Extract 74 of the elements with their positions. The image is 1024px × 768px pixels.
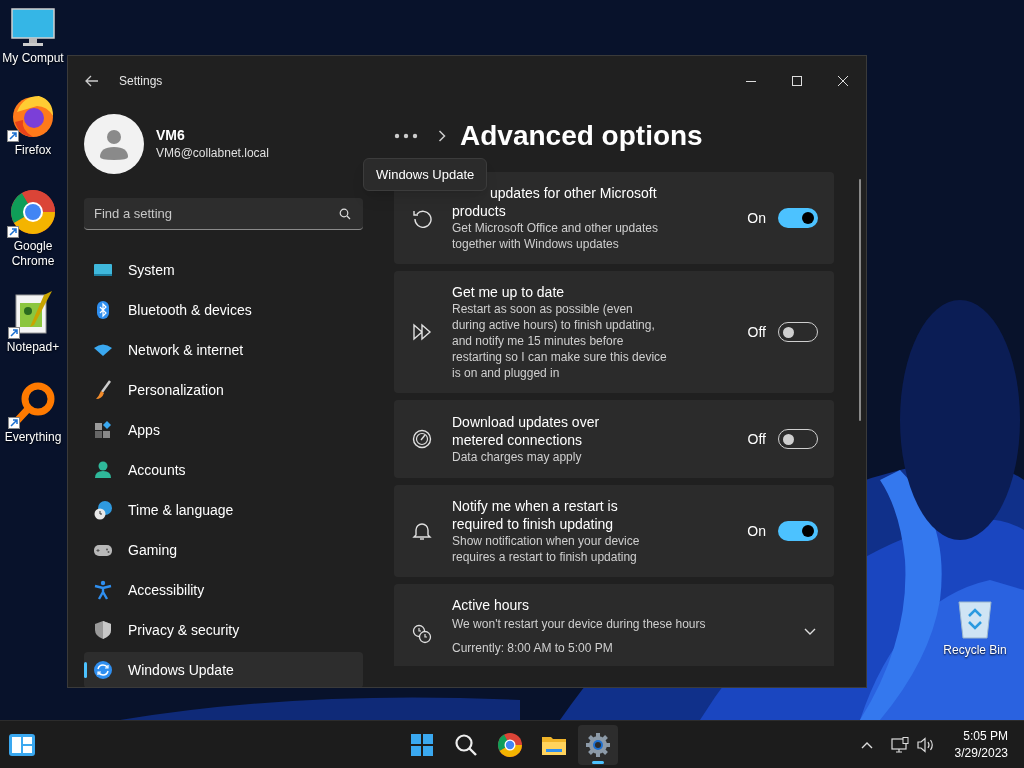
- toggle-switch[interactable]: [778, 521, 818, 541]
- shield-icon: [93, 620, 113, 640]
- apps-icon: [93, 420, 113, 440]
- shortcut-arrow-icon: [7, 130, 19, 142]
- gauge-icon: [412, 429, 432, 449]
- scrollbar-thumb[interactable]: [859, 179, 861, 421]
- back-icon[interactable]: [85, 75, 99, 87]
- close-icon: [838, 76, 848, 86]
- nav-item[interactable]: Privacy & security: [84, 612, 363, 648]
- chevron-up-icon[interactable]: [860, 740, 873, 749]
- sync-icon: [93, 660, 113, 680]
- search-icon[interactable]: [339, 208, 351, 220]
- toggle-state-label: On: [747, 521, 766, 541]
- setting-title: Active hours: [452, 596, 531, 614]
- magnifier-icon[interactable]: [10, 381, 56, 427]
- bell-icon: [412, 521, 432, 541]
- tooltip: Windows Update: [363, 158, 488, 191]
- chevron-down-icon[interactable]: [804, 628, 816, 636]
- clock-date[interactable]: 3/29/2023: [954, 744, 1008, 762]
- setting-description: Show notification when your device requires a restart to finish updating: [452, 533, 641, 565]
- nav-item[interactable]: Accounts: [84, 452, 363, 488]
- desktop-icon-label[interactable]: Everything: [4, 430, 62, 445]
- nav-item[interactable]: Accessibility: [84, 572, 363, 608]
- nav-item[interactable]: Time & language: [84, 492, 363, 528]
- chevron-right-icon: [438, 130, 446, 142]
- clock-time[interactable]: 5:05 PM: [963, 727, 1008, 745]
- page-title: Advanced options: [460, 119, 703, 153]
- toggle-state-label: On: [747, 208, 766, 228]
- nav-item[interactable]: Network & internet: [84, 332, 363, 368]
- setting-description: Get Microsoft Office and other updates together with Windows updates: [452, 220, 659, 252]
- chrome-icon[interactable]: [9, 188, 57, 236]
- user-name: VM6: [156, 126, 186, 144]
- globe-clock-icon: [93, 500, 113, 520]
- volume-icon[interactable]: [916, 736, 935, 753]
- nav-item[interactable]: System: [84, 252, 363, 288]
- setting-title: Download updates over metered connections: [452, 413, 601, 449]
- setting-title: Notify me when a restart is required to finish updating: [452, 497, 619, 533]
- network-icon[interactable]: [890, 736, 909, 753]
- monitor-icon[interactable]: [11, 8, 55, 48]
- nav-item[interactable]: Apps: [84, 412, 363, 448]
- brush-icon: [93, 380, 113, 400]
- shortcut-arrow-icon: [7, 226, 19, 238]
- refresh-icon: [412, 208, 432, 228]
- more-icon[interactable]: [394, 133, 418, 139]
- desktop-icon-label[interactable]: Google Chrome: [0, 239, 66, 269]
- nav-item[interactable]: Gaming: [84, 532, 363, 568]
- desktop-icon-label[interactable]: My Comput: [2, 51, 64, 66]
- nav-item[interactable]: Personalization: [84, 372, 363, 408]
- accessibility-icon: [93, 580, 113, 600]
- setting-description: Restart as soon as possible (even during active hours) to finish updating, and notify me 15 minutes before restarting so I can make sure this device is on and plugged in: [452, 301, 667, 381]
- desktop-icon-label[interactable]: Firefox: [14, 143, 52, 158]
- desktop-icon-label[interactable]: Notepad+: [6, 340, 60, 355]
- avatar[interactable]: [84, 114, 144, 174]
- person-icon: [93, 460, 113, 480]
- active-hours-text: Currently: 8:00 AM to 5:00 PM: [452, 640, 614, 656]
- toggle-state-label: Off: [747, 429, 766, 449]
- toggle-switch[interactable]: [778, 208, 818, 228]
- start-icon: [409, 732, 435, 758]
- search-field[interactable]: Find a setting: [84, 198, 363, 230]
- fast-forward-icon: [412, 322, 432, 342]
- window-title: Settings: [119, 73, 163, 90]
- desktop-icon-label[interactable]: Recycle Bin: [943, 643, 1007, 658]
- gear-icon: [585, 732, 611, 758]
- setting-description: Data charges may apply: [452, 449, 583, 465]
- maximize-icon: [792, 76, 802, 86]
- chrome-icon: [497, 732, 523, 758]
- nav-item[interactable]: Windows Update: [84, 652, 363, 687]
- user-email: VM6@collabnet.local: [156, 145, 269, 162]
- clock-icon: [412, 624, 432, 644]
- setting-description: We won't restart your device during these hours: [452, 616, 707, 632]
- setting-title: Get me up to date: [452, 283, 566, 301]
- toggle-state-label: Off: [747, 322, 766, 342]
- search-icon: [453, 732, 479, 758]
- nav-item[interactable]: Bluetooth & devices: [84, 292, 363, 328]
